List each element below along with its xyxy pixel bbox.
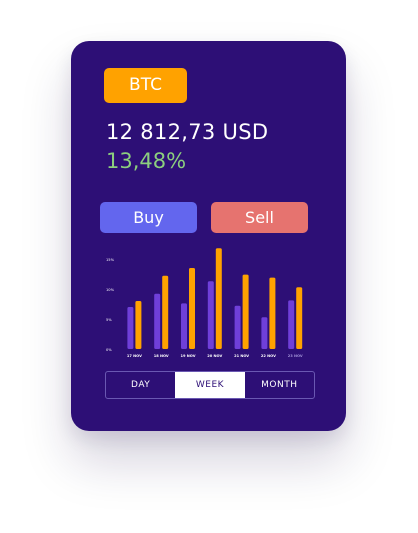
bar-purple (207, 281, 214, 349)
tab-week[interactable]: WEEK (175, 372, 245, 398)
x-tick-label: 17 NOV (127, 354, 142, 358)
tab-day[interactable]: DAY (106, 372, 175, 398)
price-bar-chart: 15% 10% 5% 0% 17 NOV 18 NOV 19 NOV 20 NOV 21 NOV… (106, 248, 303, 358)
x-tick-label: 21 NOV (234, 354, 249, 358)
bar-orange (242, 274, 249, 349)
buy-button[interactable]: Buy (100, 202, 197, 233)
bar-purple (261, 317, 268, 349)
y-tick-label: 10% (106, 288, 115, 292)
x-tick-label: 22 NOV (261, 354, 276, 358)
x-tick-label: 18 NOV (154, 354, 169, 358)
crypto-card: BTC 12 812,73 USD 13,48% Buy Sell 15% 10%… (71, 41, 346, 431)
period-selector: DAY WEEK MONTH (105, 371, 315, 399)
bar-orange (215, 248, 222, 349)
ticker-badge[interactable]: BTC (104, 68, 187, 103)
bar-orange (189, 268, 195, 349)
bar-purple (181, 303, 187, 349)
y-tick-label: 0% (106, 348, 112, 352)
bar-orange (296, 287, 303, 349)
sell-button[interactable]: Sell (211, 202, 308, 233)
change-percent: 13,48% (106, 149, 187, 173)
y-tick-label: 15% (106, 258, 115, 262)
bar-orange (269, 277, 276, 349)
bar-purple (234, 305, 241, 349)
x-tick-label: 23 NOV (288, 354, 303, 358)
x-tick-label: 19 NOV (181, 354, 196, 358)
bar-orange (162, 275, 169, 349)
bar-purple (127, 307, 134, 349)
y-tick-label: 5% (106, 318, 112, 322)
bar-orange (135, 301, 142, 349)
x-tick-label: 20 NOV (207, 354, 222, 358)
bar-purple (154, 293, 161, 349)
bar-purple (288, 300, 295, 349)
price-value: 12 812,73 USD (106, 120, 269, 144)
tab-month[interactable]: MONTH (245, 372, 314, 398)
